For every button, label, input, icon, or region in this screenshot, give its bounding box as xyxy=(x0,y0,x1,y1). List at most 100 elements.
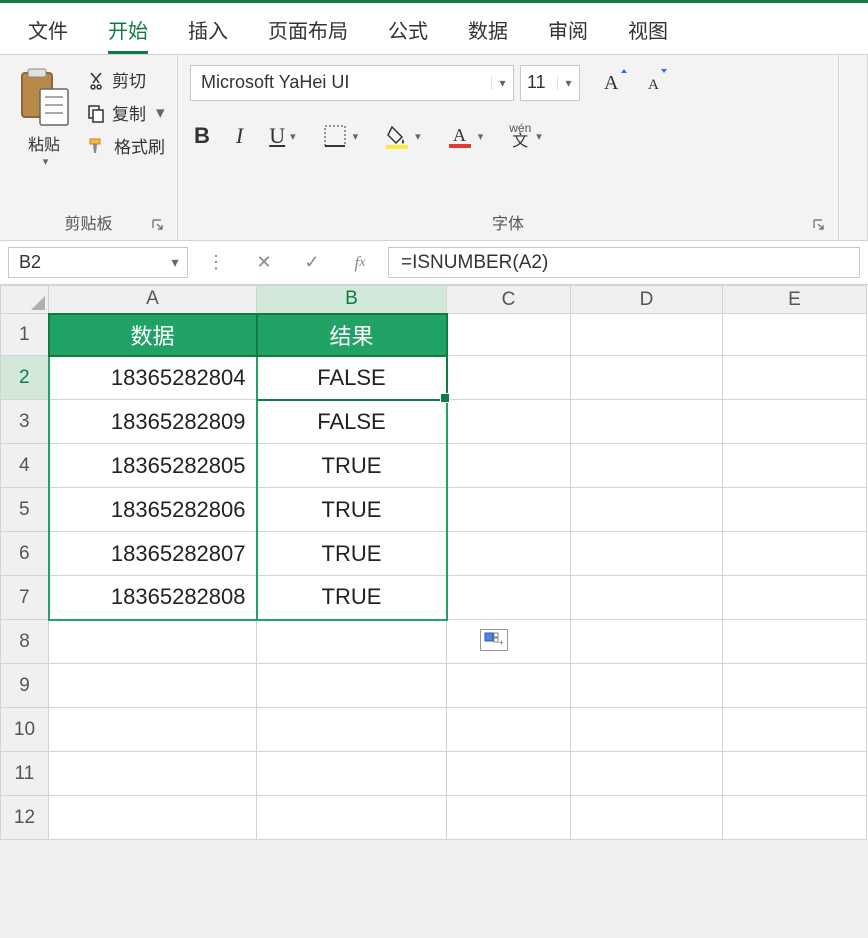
clipboard-dialog-launcher[interactable] xyxy=(151,218,165,232)
cell-b7[interactable]: TRUE xyxy=(257,576,447,620)
cell-a7[interactable]: 18365282808 xyxy=(49,576,257,620)
cell-e10[interactable] xyxy=(723,708,867,752)
cell-d4[interactable] xyxy=(571,444,723,488)
cell-d10[interactable] xyxy=(571,708,723,752)
row-header-1[interactable]: 1 xyxy=(1,314,49,356)
cell-b5[interactable]: TRUE xyxy=(257,488,447,532)
cell-b2[interactable]: FALSE xyxy=(257,356,447,400)
cell-c6[interactable] xyxy=(447,532,571,576)
formula-bar-options[interactable]: ⋮ xyxy=(196,247,236,278)
cell-b1[interactable]: 结果 xyxy=(257,314,447,356)
cell-c11[interactable] xyxy=(447,752,571,796)
cell-e4[interactable] xyxy=(723,444,867,488)
row-header-12[interactable]: 12 xyxy=(1,796,49,840)
cell-a11[interactable] xyxy=(49,752,257,796)
column-header-a[interactable]: A xyxy=(49,286,257,314)
cell-e11[interactable] xyxy=(723,752,867,796)
name-box[interactable]: B2 ▾ xyxy=(8,247,188,278)
row-header-5[interactable]: 5 xyxy=(1,488,49,532)
cell-b12[interactable] xyxy=(257,796,447,840)
cell-e5[interactable] xyxy=(723,488,867,532)
cell-c1[interactable] xyxy=(447,314,571,356)
enter-button[interactable]: ✓ xyxy=(292,247,332,278)
tab-file[interactable]: 文件 xyxy=(8,3,88,54)
phonetic-guide-button[interactable]: wén 文 ▾ xyxy=(505,118,546,154)
row-header-10[interactable]: 10 xyxy=(1,708,49,752)
cell-e3[interactable] xyxy=(723,400,867,444)
cell-c2[interactable] xyxy=(447,356,571,400)
chevron-down-icon[interactable]: ▾ xyxy=(491,76,513,90)
format-painter-button[interactable]: 格式刷 xyxy=(86,133,165,158)
row-header-3[interactable]: 3 xyxy=(1,400,49,444)
bold-button[interactable]: B xyxy=(190,119,214,153)
cell-c7[interactable] xyxy=(447,576,571,620)
cell-d7[interactable] xyxy=(571,576,723,620)
cell-c10[interactable] xyxy=(447,708,571,752)
cell-e7[interactable] xyxy=(723,576,867,620)
select-all-corner[interactable] xyxy=(1,286,49,314)
chevron-down-icon[interactable]: ▾ xyxy=(163,254,187,271)
cell-c9[interactable] xyxy=(447,664,571,708)
cell-e8[interactable] xyxy=(723,620,867,664)
cell-d1[interactable] xyxy=(571,314,723,356)
cut-button[interactable]: 剪切 xyxy=(86,67,165,92)
cell-d8[interactable] xyxy=(571,620,723,664)
cell-e9[interactable] xyxy=(723,664,867,708)
font-dialog-launcher[interactable] xyxy=(812,218,826,232)
tab-page-layout[interactable]: 页面布局 xyxy=(248,3,368,54)
cell-b6[interactable]: TRUE xyxy=(257,532,447,576)
cell-a12[interactable] xyxy=(49,796,257,840)
tab-home[interactable]: 开始 xyxy=(88,3,168,54)
font-name-combo[interactable]: Microsoft YaHei UI ▾ xyxy=(190,65,514,101)
cell-a10[interactable] xyxy=(49,708,257,752)
border-button[interactable]: ▾ xyxy=(318,119,363,153)
tab-data[interactable]: 数据 xyxy=(448,3,528,54)
row-header-4[interactable]: 4 xyxy=(1,444,49,488)
column-header-b[interactable]: B xyxy=(257,286,447,314)
cell-a3[interactable]: 18365282809 xyxy=(49,400,257,444)
cell-e12[interactable] xyxy=(723,796,867,840)
cell-b3[interactable]: FALSE xyxy=(257,400,447,444)
cell-d5[interactable] xyxy=(571,488,723,532)
chevron-down-icon[interactable]: ▾ xyxy=(557,76,579,90)
font-size-combo[interactable]: 11 ▾ xyxy=(520,65,580,101)
cell-e1[interactable] xyxy=(723,314,867,356)
cell-a6[interactable]: 18365282807 xyxy=(49,532,257,576)
italic-button[interactable]: I xyxy=(232,119,247,153)
row-header-6[interactable]: 6 xyxy=(1,532,49,576)
column-header-e[interactable]: E xyxy=(723,286,867,314)
row-header-7[interactable]: 7 xyxy=(1,576,49,620)
row-header-2[interactable]: 2 xyxy=(1,356,49,400)
cell-c3[interactable] xyxy=(447,400,571,444)
cell-b10[interactable] xyxy=(257,708,447,752)
cell-b4[interactable]: TRUE xyxy=(257,444,447,488)
cell-a8[interactable] xyxy=(49,620,257,664)
underline-button[interactable]: U▾ xyxy=(265,119,299,153)
cell-a9[interactable] xyxy=(49,664,257,708)
column-header-c[interactable]: C xyxy=(447,286,571,314)
cell-a2[interactable]: 18365282804 xyxy=(49,356,257,400)
cell-b11[interactable] xyxy=(257,752,447,796)
cell-b8[interactable] xyxy=(257,620,447,664)
shrink-font-button[interactable]: A xyxy=(636,63,676,102)
cell-d9[interactable] xyxy=(571,664,723,708)
grow-font-button[interactable]: A xyxy=(594,63,634,102)
row-header-9[interactable]: 9 xyxy=(1,664,49,708)
tab-view[interactable]: 视图 xyxy=(608,3,688,54)
cell-e6[interactable] xyxy=(723,532,867,576)
copy-button[interactable]: 复制 ▾ xyxy=(86,100,165,125)
cell-b9[interactable] xyxy=(257,664,447,708)
cell-a1[interactable]: 数据 xyxy=(49,314,257,356)
autofill-options-button[interactable]: + xyxy=(480,629,508,651)
cell-c4[interactable] xyxy=(447,444,571,488)
cell-e2[interactable] xyxy=(723,356,867,400)
spreadsheet-grid[interactable]: A B C D E 1 数据 结果 2 18365282804 FALSE 3 … xyxy=(0,285,868,840)
row-header-11[interactable]: 11 xyxy=(1,752,49,796)
cell-d12[interactable] xyxy=(571,796,723,840)
cell-d6[interactable] xyxy=(571,532,723,576)
cancel-button[interactable]: ✕ xyxy=(244,247,284,278)
tab-formulas[interactable]: 公式 xyxy=(368,3,448,54)
cell-c12[interactable] xyxy=(447,796,571,840)
fill-color-button[interactable]: ▾ xyxy=(380,119,425,153)
cell-a5[interactable]: 18365282806 xyxy=(49,488,257,532)
